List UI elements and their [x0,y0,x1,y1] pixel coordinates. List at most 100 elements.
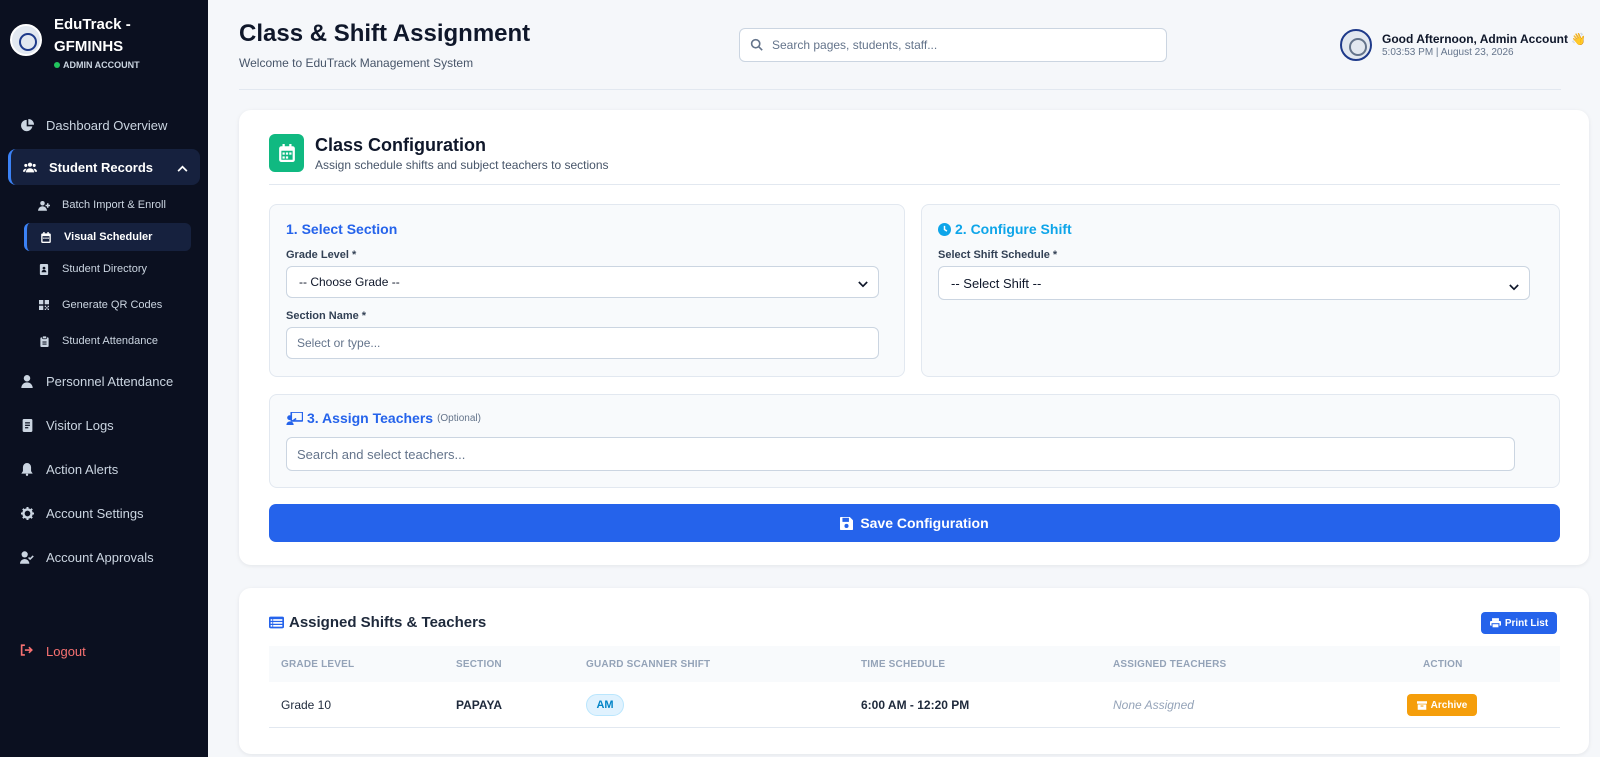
assigned-shifts-card: Assigned Shifts & Teachers Print List GR… [239,588,1589,754]
sidebar-item-label: Batch Import & Enroll [62,199,166,211]
sidebar-item-action-alerts[interactable]: Action Alerts [0,447,208,491]
address-book-icon [38,263,50,275]
column-header: TIME SCHEDULE [861,659,946,670]
configure-shift-panel: 2. Configure Shift Select Shift Schedule… [921,204,1560,377]
print-label: Print List [1504,617,1549,629]
list-icon [269,616,284,629]
shift-schedule-value: -- Select Shift -- [951,275,1042,291]
chevron-up-icon[interactable] [177,160,188,175]
grade-level-label: Grade Level * [286,249,357,261]
chevron-down-icon [1509,279,1519,294]
sidebar-item-label: Student Records [49,159,154,175]
user-plus-icon [38,199,50,211]
search-icon [750,38,764,52]
shift-schedule-label: Select Shift Schedule * [938,249,1058,261]
sidebar-item-visitor-logs[interactable]: Visitor Logs [0,403,208,447]
brand-name: EduTrack - GFMINHS [54,16,131,55]
grade-cell: Grade 10 [281,698,332,712]
archive-label: Archive [1430,699,1468,711]
sidebar-item-dashboard[interactable]: Dashboard Overview [0,103,208,147]
search-input[interactable] [772,38,1152,52]
column-header: SECTION [456,659,502,670]
shift-schedule-select[interactable]: -- Select Shift -- [938,266,1530,300]
sidebar-item-personnel-attendance[interactable]: Personnel Attendance [0,359,208,403]
panel-title: 3. Assign Teachers [307,410,434,426]
gear-icon [20,506,34,520]
sidebar-item-label: Action Alerts [46,461,119,477]
grade-level-select[interactable]: -- Choose Grade -- [286,266,879,298]
save-configuration-button[interactable]: Save Configuration [269,504,1560,542]
sidebar-item-student-directory[interactable]: Student Directory [0,251,208,287]
datetime: 5:03:53 PM | August 23, 2026 [1382,47,1514,58]
sidebar: EduTrack - GFMINHS ADMIN ACCOUNT Dashboa… [0,0,208,757]
divider [269,184,1560,185]
user-profile[interactable]: Good Afternoon, Admin Account 👋 5:03:53 … [1340,29,1586,61]
sidebar-item-account-approvals[interactable]: Account Approvals [0,535,208,579]
sidebar-item-batch-import[interactable]: Batch Import & Enroll [0,187,208,223]
sidebar-item-account-settings[interactable]: Account Settings [0,491,208,535]
logout-button[interactable]: Logout [0,631,86,671]
assign-teachers-panel: 3. Assign Teachers (Optional) Search and… [269,394,1560,488]
sidebar-item-label: Generate QR Codes [62,299,163,311]
sidebar-item-generate-qr[interactable]: Generate QR Codes [0,287,208,323]
users-icon [23,160,37,174]
qrcode-icon [38,299,50,311]
column-header: ASSIGNED TEACHERS [1113,659,1227,670]
shift-badge: AM [586,694,624,716]
floppy-disk-icon [840,516,854,530]
teacher-search-placeholder: Search and select teachers... [297,446,466,462]
sidebar-item-label: Dashboard Overview [46,117,168,133]
sidebar-item-label: Account Settings [46,505,144,521]
school-logo [10,24,42,56]
greeting: Good Afternoon, Admin Account 👋 [1382,32,1587,46]
column-header: GUARD SCANNER SHIFT [586,659,711,670]
user-check-icon [20,550,34,564]
table-row: Grade 10 PAPAYA AM 6:00 AM - 12:20 PM No… [269,682,1560,728]
sign-out-icon [20,644,34,658]
sidebar-item-student-records[interactable]: Student Records [8,149,200,185]
sidebar-item-label: Student Directory [62,263,147,275]
config-subtitle: Assign schedule shifts and subject teach… [315,157,609,172]
status-dot-icon [54,62,60,68]
panel-title: 1. Select Section [286,221,398,237]
sidebar-item-visual-scheduler[interactable]: Visual Scheduler [24,223,191,251]
section-name-placeholder: Select or type... [297,336,381,350]
brand: EduTrack - GFMINHS ADMIN ACCOUNT [0,0,208,90]
list-title-row: Assigned Shifts & Teachers [269,614,486,631]
calendar-icon [269,134,304,172]
avatar[interactable] [1340,29,1372,61]
panel-title: 2. Configure Shift [955,221,1072,237]
section-name-input[interactable]: Select or type... [286,327,879,359]
user-icon [20,374,34,388]
sidebar-item-label: Student Attendance [62,335,159,347]
archive-button[interactable]: Archive [1407,694,1477,716]
section-cell: PAPAYA [456,698,503,712]
page-title: Class & Shift Assignment [239,20,531,47]
sidebar-item-label: Visual Scheduler [64,231,153,243]
global-search[interactable] [739,28,1167,62]
section-name-label: Section Name * [286,310,367,322]
calendar-icon [40,231,52,243]
panel-title-row: 2. Configure Shift [938,221,1072,237]
clock-icon [938,222,951,236]
chart-pie-icon [20,118,34,132]
print-list-button[interactable]: Print List [1481,612,1557,634]
header-divider [239,89,1561,90]
role-badge: ADMIN ACCOUNT [54,60,164,70]
archive-icon [1416,700,1427,710]
sidebar-item-label: Account Approvals [46,549,154,565]
config-title: Class Configuration [315,134,487,155]
chevron-down-icon [858,277,868,291]
save-label: Save Configuration [860,515,989,531]
list-title: Assigned Shifts & Teachers [289,614,487,631]
clipboard-icon [38,335,50,347]
sidebar-nav: Dashboard Overview Student Records Batch… [0,103,208,579]
time-cell: 6:00 AM - 12:20 PM [861,698,970,712]
sidebar-item-student-attendance[interactable]: Student Attendance [0,323,208,359]
table-header: GRADE LEVEL SECTION GUARD SCANNER SHIFT … [269,646,1560,682]
logout-label: Logout [46,643,86,659]
sidebar-item-label: Visitor Logs [46,417,114,433]
bell-icon [20,462,34,476]
optional-hint: (Optional) [437,412,481,424]
teacher-search-input[interactable]: Search and select teachers... [286,437,1515,471]
